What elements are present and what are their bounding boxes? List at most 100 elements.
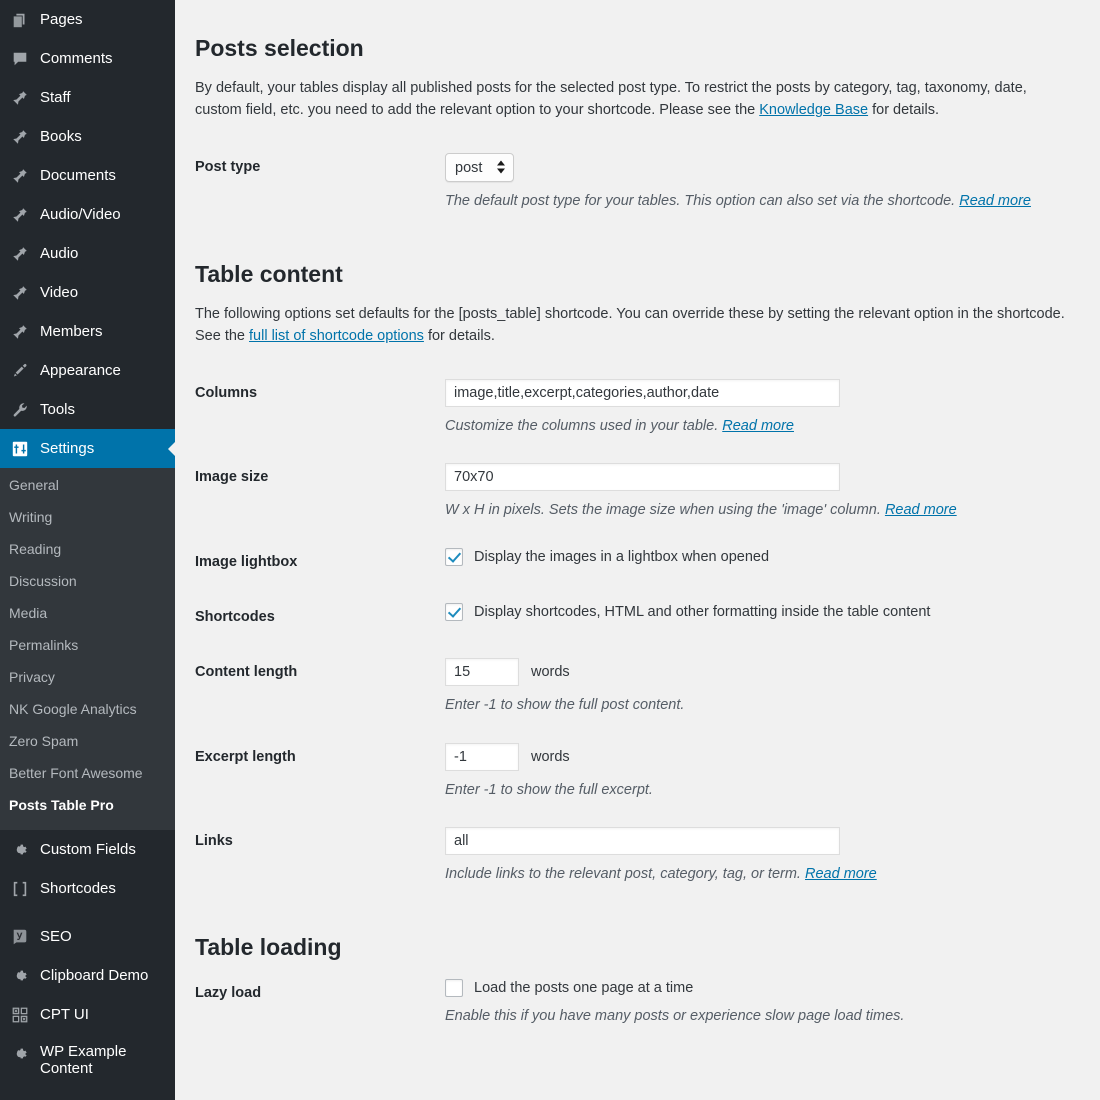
image-size-label: Image size — [195, 469, 269, 486]
submenu-item-nk-google-analytics[interactable]: NK Google Analytics — [0, 693, 175, 725]
columns-label: Columns — [195, 384, 258, 401]
links-input[interactable] — [445, 827, 840, 856]
sidebar-item-shortcodes[interactable]: Shortcodes — [0, 869, 175, 908]
shortcode-options-link[interactable]: full list of shortcode options — [249, 328, 424, 344]
links-description: Include links to the relevant post, cate… — [445, 864, 1060, 886]
image-size-read-more-link[interactable]: Read more — [885, 502, 957, 518]
active-menu-arrow — [168, 440, 175, 457]
excerpt-length-field-row: words — [445, 742, 1060, 771]
columns-desc-text: Customize the columns used in your table… — [445, 417, 723, 434]
posts-selection-description: By default, your tables display all publ… — [195, 77, 1065, 122]
pin-icon — [8, 127, 32, 147]
excerpt-length-input[interactable] — [445, 742, 519, 771]
image-size-row: Image size W x H in pixels. Sets the ima… — [195, 450, 1070, 535]
sidebar-item-tools[interactable]: Tools — [0, 390, 175, 429]
image-lightbox-label: Image lightbox — [195, 554, 298, 571]
submenu-item-zero-spam[interactable]: Zero Spam — [0, 725, 175, 757]
lazy-load-checkbox-row[interactable]: Load the posts one page at a time — [445, 979, 1060, 998]
sidebar-item-label: Pages — [40, 10, 83, 28]
sidebar-item-members[interactable]: Members — [0, 312, 175, 351]
paintbrush-icon — [8, 361, 32, 381]
links-label: Links — [195, 833, 233, 850]
sidebar-item-seo[interactable]: SEO — [0, 917, 175, 956]
submenu-item-permalinks[interactable]: Permalinks — [0, 629, 175, 661]
sidebar-item-wp-example-content[interactable]: WP Example Content — [0, 1034, 175, 1092]
post-type-row: Post type post The default post type for… — [195, 140, 1070, 226]
post-type-select[interactable]: post — [445, 152, 514, 182]
shortcodes-checkbox[interactable] — [445, 602, 463, 621]
post-type-read-more-link[interactable]: Read more — [959, 193, 1031, 209]
sidebar-item-books[interactable]: Books — [0, 117, 175, 156]
settings-submenu: General Writing Reading Discussion Media… — [0, 468, 175, 830]
sidebar-item-audio[interactable]: Audio — [0, 234, 175, 273]
sidebar-item-label: SEO — [40, 927, 72, 945]
grid-icon — [8, 1005, 32, 1025]
shortcodes-checkbox-row[interactable]: Display shortcodes, HTML and other forma… — [445, 602, 1060, 621]
links-read-more-link[interactable]: Read more — [805, 866, 877, 882]
sidebar-item-custom-fields[interactable]: Custom Fields — [0, 830, 175, 869]
image-size-cell: W x H in pixels. Sets the image size whe… — [445, 450, 1070, 535]
submenu-item-media[interactable]: Media — [0, 597, 175, 629]
sidebar-item-label: Audio/Video — [40, 205, 121, 223]
posts-selection-heading: Posts selection — [195, 35, 364, 61]
content-length-input[interactable] — [445, 657, 519, 686]
knowledge-base-link[interactable]: Knowledge Base — [759, 102, 868, 118]
desc-text-2: for details. — [423, 328, 495, 345]
wrench-icon — [8, 400, 32, 420]
lazy-load-row: Lazy load Load the posts one page at a t… — [195, 966, 1070, 1041]
sidebar-item-label: Staff — [40, 88, 71, 106]
brackets-icon — [8, 879, 32, 899]
pin-icon — [8, 166, 32, 186]
sidebar-menu-bottom: Custom Fields Shortcodes SEO Clipboard D… — [0, 830, 175, 1092]
image-size-input[interactable] — [445, 463, 840, 492]
excerpt-length-unit: words — [531, 748, 570, 765]
table-loading-heading: Table loading — [195, 934, 342, 961]
yoast-seo-icon — [8, 927, 32, 947]
sidebar-item-comments[interactable]: Comments — [0, 39, 175, 78]
sidebar-separator — [0, 908, 175, 917]
desc-text-2: for details. — [868, 102, 939, 119]
admin-page: Pages Comments Staff Books Documents Aud… — [0, 0, 1100, 1100]
sidebar-item-cpt-ui[interactable]: CPT UI — [0, 995, 175, 1034]
submenu-item-better-font-awesome[interactable]: Better Font Awesome — [0, 757, 175, 789]
sidebar-item-label: Tools — [40, 400, 76, 418]
posts-selection-form: Post type post The default post type for… — [195, 140, 1070, 226]
submenu-item-discussion[interactable]: Discussion — [0, 565, 175, 597]
sidebar-item-documents[interactable]: Documents — [0, 156, 175, 195]
submenu-item-privacy[interactable]: Privacy — [0, 661, 175, 693]
post-type-description: The default post type for your tables. T… — [445, 191, 1060, 213]
image-lightbox-checkbox-row[interactable]: Display the images in a lightbox when op… — [445, 548, 1060, 567]
sidebar-item-label: Documents — [40, 166, 116, 184]
sidebar-item-label: Custom Fields — [40, 840, 136, 858]
columns-description: Customize the columns used in your table… — [445, 416, 1060, 438]
columns-input[interactable] — [445, 378, 840, 407]
sidebar-item-audio-video[interactable]: Audio/Video — [0, 195, 175, 234]
sidebar-item-label: Appearance — [40, 361, 121, 379]
sidebar-item-label: Comments — [40, 49, 113, 67]
image-lightbox-checkbox[interactable] — [445, 548, 463, 567]
table-content-heading: Table content — [195, 260, 343, 287]
sidebar-item-pages[interactable]: Pages — [0, 0, 175, 39]
sidebar-item-video[interactable]: Video — [0, 273, 175, 312]
links-cell: Include links to the relevant post, cate… — [445, 814, 1070, 899]
submenu-item-writing[interactable]: Writing — [0, 501, 175, 533]
pages-icon — [8, 10, 32, 30]
sidebar-item-appearance[interactable]: Appearance — [0, 351, 175, 390]
submenu-item-general[interactable]: General — [0, 469, 175, 501]
image-lightbox-cell: Display the images in a lightbox when op… — [445, 535, 1070, 590]
table-loading-form: Lazy load Load the posts one page at a t… — [195, 966, 1070, 1041]
sidebar-item-clipboard-demo[interactable]: Clipboard Demo — [0, 956, 175, 995]
sidebar-item-settings[interactable]: Settings — [0, 429, 175, 468]
content-length-field-row: words — [445, 657, 1060, 686]
submenu-item-posts-table-pro[interactable]: Posts Table Pro — [0, 789, 175, 821]
sidebar-item-label: Audio — [40, 244, 79, 262]
columns-read-more-link[interactable]: Read more — [722, 418, 794, 434]
lazy-load-label: Lazy load — [195, 985, 262, 1002]
sidebar-item-label: Clipboard Demo — [40, 966, 149, 984]
pin-icon — [8, 244, 32, 264]
lazy-load-checkbox[interactable] — [445, 979, 463, 998]
columns-cell: Customize the columns used in your table… — [445, 366, 1070, 451]
submenu-item-reading[interactable]: Reading — [0, 533, 175, 565]
lazy-load-cell: Load the posts one page at a time Enable… — [445, 966, 1070, 1041]
sidebar-item-staff[interactable]: Staff — [0, 78, 175, 117]
